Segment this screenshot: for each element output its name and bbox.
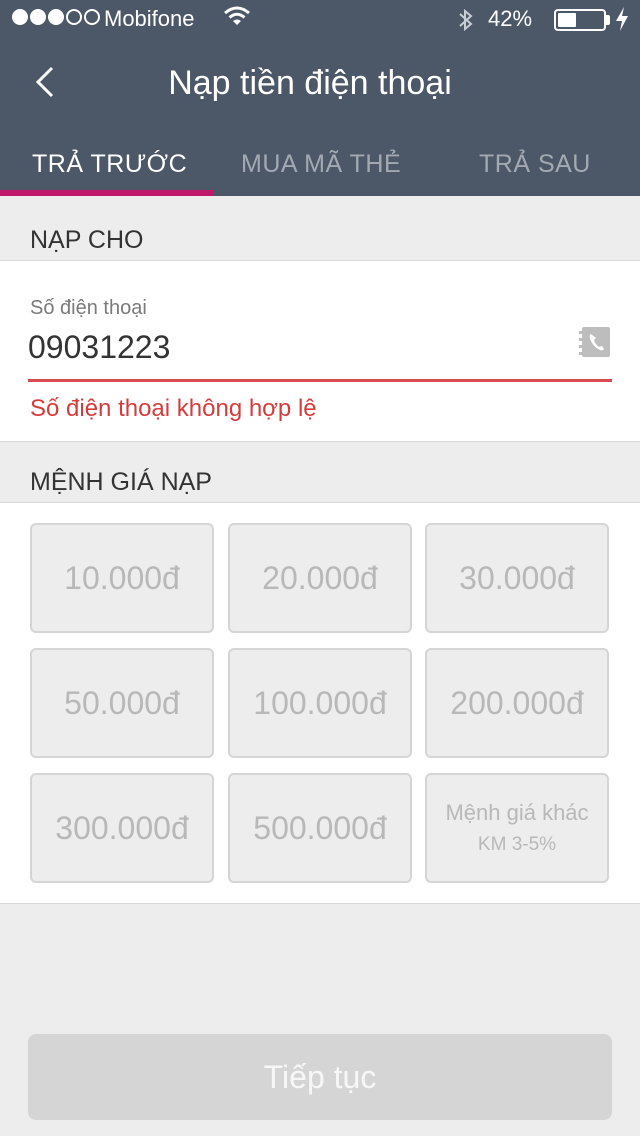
amount-option-other[interactable]: Mệnh giá khác KM 3-5% xyxy=(425,773,609,883)
signal-dot xyxy=(48,9,64,25)
battery-percentage: 42% xyxy=(488,6,533,31)
amount-option-20000[interactable]: 20.000đ xyxy=(228,523,412,633)
amount-label: 300.000đ xyxy=(55,809,189,846)
other-amount-promo: KM 3-5% xyxy=(477,834,557,855)
other-amount-label: Mệnh giá khác xyxy=(445,800,589,825)
battery-tip xyxy=(606,15,610,25)
amount-option-30000[interactable]: 30.000đ xyxy=(425,523,609,633)
amount-option-200000[interactable]: 200.000đ xyxy=(425,648,609,758)
tab-buy-card-code[interactable]: MUA MÃ THẺ xyxy=(241,150,401,179)
page-title: Nạp tiền điện thoại xyxy=(168,64,452,102)
signal-strength-icon xyxy=(12,9,100,25)
amount-section-label: MỆNH GIÁ NẠP xyxy=(30,468,212,496)
top-bar: Mobifone 42% Nạp tiền điện thoại TRẢ TRƯ… xyxy=(0,0,640,196)
continue-button[interactable]: Tiếp tục xyxy=(28,1034,612,1120)
amount-label: 500.000đ xyxy=(253,809,387,846)
battery-icon xyxy=(554,9,606,31)
signal-dot xyxy=(66,9,82,25)
amount-option-50000[interactable]: 50.000đ xyxy=(30,648,214,758)
charging-icon xyxy=(616,7,628,31)
amount-option-500000[interactable]: 500.000đ xyxy=(228,773,412,883)
bluetooth-icon xyxy=(459,8,473,32)
signal-dot xyxy=(12,9,28,25)
amount-option-300000[interactable]: 300.000đ xyxy=(30,773,214,883)
phone-number-input[interactable] xyxy=(28,323,568,371)
amount-label: 100.000đ xyxy=(253,684,387,721)
phone-number-card: Số điện thoại Số điện thoại không hợp lệ xyxy=(0,260,640,442)
amount-label: 50.000đ xyxy=(64,684,180,721)
wifi-icon xyxy=(224,6,250,25)
amount-option-10000[interactable]: 10.000đ xyxy=(30,523,214,633)
carrier-name: Mobifone xyxy=(104,6,195,31)
recharge-for-label: NẠP CHO xyxy=(30,226,144,254)
phone-field-label: Số điện thoại xyxy=(30,297,147,319)
signal-dot xyxy=(30,9,46,25)
tab-prepaid[interactable]: TRẢ TRƯỚC xyxy=(32,150,187,179)
amount-grid: 10.000đ 20.000đ 30.000đ 50.000đ 100.000đ… xyxy=(0,502,640,904)
amount-label: 20.000đ xyxy=(262,559,378,596)
tab-bar: TRẢ TRƯỚC MUA MÃ THẺ TRẢ SAU xyxy=(0,136,640,196)
amount-label: 10.000đ xyxy=(64,559,180,596)
contacts-icon[interactable] xyxy=(578,325,612,359)
signal-dot xyxy=(84,9,100,25)
amount-label: 200.000đ xyxy=(450,684,584,721)
active-tab-indicator xyxy=(0,190,214,196)
amount-label: 30.000đ xyxy=(459,559,575,596)
tab-postpaid[interactable]: TRẢ SAU xyxy=(479,150,591,179)
status-bar: Mobifone 42% xyxy=(0,0,640,40)
phone-error-message: Số điện thoại không hợp lệ xyxy=(30,395,317,422)
phone-field-underline xyxy=(28,379,612,382)
battery-fill xyxy=(558,13,576,27)
amount-option-100000[interactable]: 100.000đ xyxy=(228,648,412,758)
